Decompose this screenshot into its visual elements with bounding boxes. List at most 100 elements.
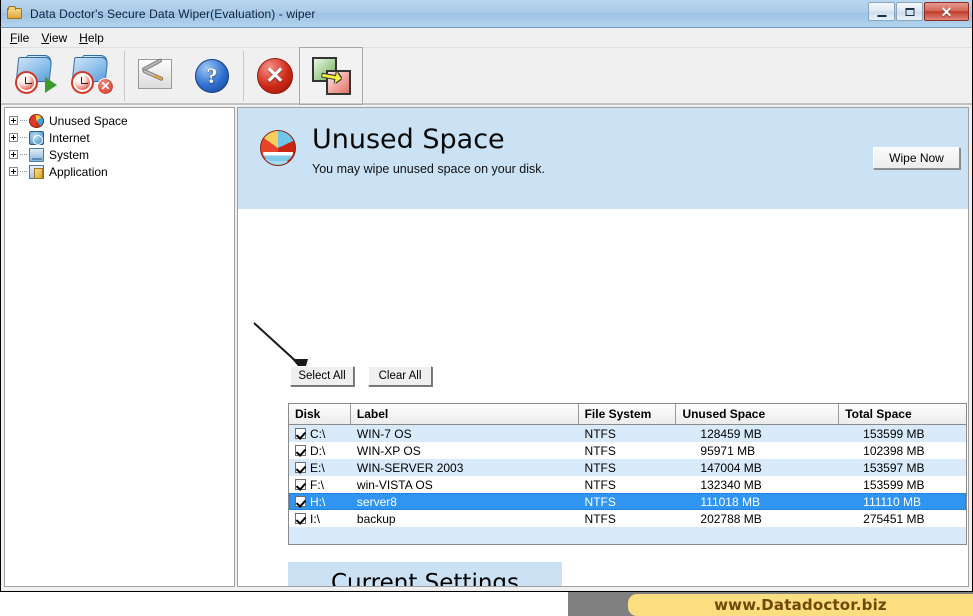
expander-plus-icon[interactable] — [9, 116, 18, 125]
folder-icon — [7, 6, 24, 21]
row-checkbox[interactable] — [295, 462, 306, 473]
select-all-button[interactable]: Select All — [290, 366, 354, 386]
sidebar-item-application[interactable]: Application — [9, 163, 234, 180]
cell-unused-space: 202788 MB — [700, 511, 762, 526]
cell-disk-text: I:\ — [310, 511, 321, 526]
tree-connector — [20, 120, 27, 121]
page-header-banner: Unused Space You may wipe unused space o… — [238, 108, 968, 209]
close-icon: ✕ — [940, 3, 953, 20]
table-empty-row — [289, 527, 966, 544]
minimize-icon — [877, 14, 886, 17]
sidebar-item-label: Unused Space — [49, 113, 128, 128]
cell-disk: C:\ — [289, 427, 351, 441]
window-title: Data Doctor's Secure Data Wiper(Evaluati… — [30, 6, 316, 21]
expander-plus-icon[interactable] — [9, 150, 18, 159]
column-header-total-space[interactable]: Total Space — [839, 404, 966, 424]
wipe-schedule-start-icon — [15, 54, 59, 97]
toolbar-separator-2 — [243, 50, 244, 101]
expander-plus-icon[interactable] — [9, 167, 18, 176]
internet-icon — [29, 130, 44, 145]
menu-item-file[interactable]: File — [7, 29, 38, 47]
menu-item-help[interactable]: Help — [76, 29, 113, 47]
cell-unused-space: 111018 MB — [700, 494, 760, 509]
tools-settings-button[interactable] — [128, 50, 184, 102]
table-row[interactable]: F:\ win-VISTA OS NTFS 132340 MB 153599 M… — [289, 476, 966, 493]
menu-help-rest: elp — [87, 30, 104, 45]
switch-view-button[interactable]: ➞ — [299, 46, 363, 105]
row-checkbox[interactable] — [295, 479, 306, 490]
cell-file-system: NTFS — [584, 460, 616, 475]
cell-label: win-VISTA OS — [356, 477, 433, 492]
cell-label: server8 — [356, 494, 397, 509]
row-checkbox[interactable] — [295, 445, 306, 456]
cell-disk-text: E:\ — [310, 460, 325, 475]
cell-total-space: 111110 MB — [863, 494, 921, 509]
cell-total-space: 102398 MB — [863, 443, 925, 458]
column-header-label[interactable]: Label — [351, 404, 579, 424]
cell-disk-text: D:\ — [310, 443, 326, 458]
wipe-schedule-delete-button[interactable]: ✕ — [65, 50, 121, 102]
expander-plus-icon[interactable] — [9, 133, 18, 142]
minimize-button[interactable] — [868, 2, 895, 21]
help-button[interactable]: ? — [184, 50, 240, 102]
cell-label: WIN-SERVER 2003 — [356, 460, 464, 475]
cell-file-system: NTFS — [584, 477, 616, 492]
sidebar-item-label: Application — [49, 164, 108, 179]
table-row-selected[interactable]: H:\ server8 NTFS 111018 MB 111110 MB — [289, 493, 966, 510]
menu-file-rest: ile — [17, 30, 30, 45]
main-panel: Unused Space You may wipe unused space o… — [237, 107, 969, 587]
column-header-unused-space[interactable]: Unused Space — [676, 404, 840, 424]
watermark-banner: www.Datadoctor.biz — [628, 594, 973, 616]
column-header-disk[interactable]: Disk — [289, 404, 351, 424]
sidebar-item-internet[interactable]: Internet — [9, 129, 234, 146]
cell-unused-space: 128459 MB — [700, 426, 762, 441]
row-checkbox[interactable] — [295, 428, 306, 439]
cell-disk: I:\ — [289, 512, 351, 526]
system-icon — [29, 147, 44, 162]
cell-file-system: NTFS — [584, 443, 616, 458]
tree-connector — [20, 171, 27, 172]
row-checkbox[interactable] — [295, 496, 306, 507]
wipe-schedule-delete-icon: ✕ — [71, 54, 115, 97]
toolbar-separator-1 — [124, 50, 125, 101]
table-row[interactable]: D:\ WIN-XP OS NTFS 95971 MB 102398 MB — [289, 442, 966, 459]
cell-disk: E:\ — [289, 461, 351, 475]
table-row[interactable]: C:\ WIN-7 OS NTFS 128459 MB 153599 MB — [289, 425, 966, 442]
tools-settings-icon — [134, 55, 178, 97]
cell-file-system: NTFS — [584, 426, 616, 441]
menu-item-view[interactable]: View — [38, 29, 76, 47]
table-row[interactable]: I:\ backup NTFS 202788 MB 275451 MB — [289, 510, 966, 527]
sidebar-item-system[interactable]: System — [9, 146, 234, 163]
stop-button[interactable]: ✕ — [247, 50, 303, 102]
cell-disk: F:\ — [289, 478, 351, 492]
tree-connector — [20, 137, 27, 138]
table-row[interactable]: E:\ WIN-SERVER 2003 NTFS 147004 MB 15359… — [289, 459, 966, 476]
cell-total-space: 153599 MB — [863, 426, 925, 441]
row-checkbox[interactable] — [295, 513, 306, 524]
unused-space-icon — [29, 113, 44, 128]
cell-label: WIN-7 OS — [356, 426, 412, 441]
maximize-button[interactable] — [896, 2, 923, 21]
column-header-file-system[interactable]: File System — [579, 404, 677, 424]
stop-icon: ✕ — [257, 57, 293, 94]
sidebar-item-unused-space[interactable]: Unused Space — [9, 112, 234, 129]
page-title: Unused Space — [312, 124, 505, 155]
window-controls: ✕ — [868, 2, 969, 21]
wipe-now-button[interactable]: Wipe Now — [873, 147, 960, 169]
wipe-schedule-start-button[interactable] — [9, 50, 65, 102]
application-window: Data Doctor's Secure Data Wiper(Evaluati… — [0, 0, 973, 592]
cell-label: backup — [356, 511, 396, 526]
sidebar-item-label: Internet — [49, 130, 90, 145]
clear-all-button[interactable]: Clear All — [368, 366, 432, 386]
sidebar-item-label: System — [49, 147, 90, 162]
table-header-row: Disk Label File System Unused Space Tota… — [289, 404, 966, 425]
cell-disk: D:\ — [289, 444, 351, 458]
page-subtitle: You may wipe unused space on your disk. — [312, 162, 546, 177]
switch-view-icon: ➞ — [309, 55, 353, 97]
unused-space-icon — [260, 130, 296, 166]
help-icon: ? — [195, 58, 229, 93]
toolbar: ✕ ? ✕ ➞ — [1, 46, 972, 105]
cell-disk-text: C:\ — [310, 426, 326, 441]
close-button[interactable]: ✕ — [924, 2, 969, 21]
current-settings-title: Current Settings — [288, 562, 562, 586]
